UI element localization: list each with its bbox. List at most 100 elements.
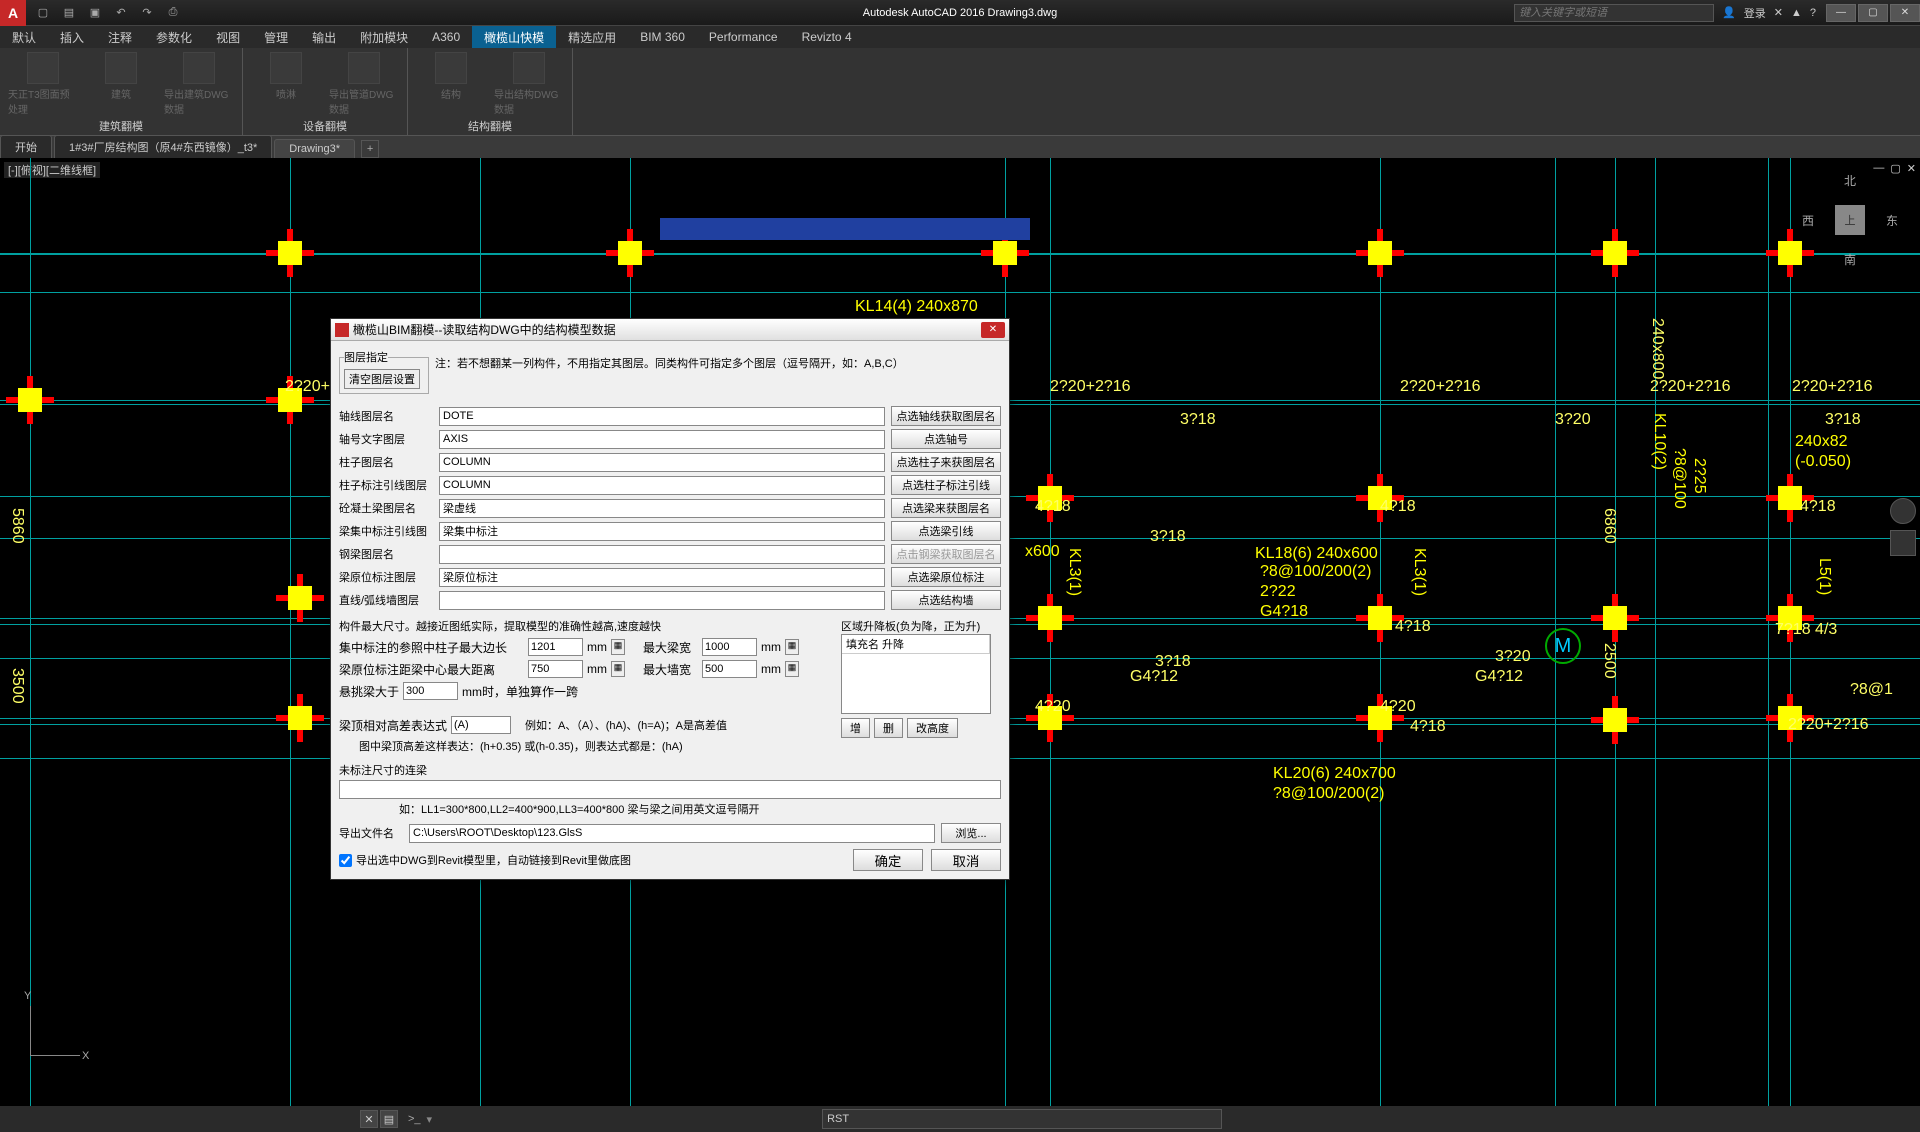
layer-row-pick-button[interactable]: 点选柱子来获图层名 xyxy=(891,452,1001,472)
ribbon-tab-1[interactable]: 插入 xyxy=(48,26,96,48)
ribbon-tab-5[interactable]: 管理 xyxy=(252,26,300,48)
ribbon-tab-0[interactable]: 默认 xyxy=(0,26,48,48)
dialog-title: 橄榄山BIM翻模--读取结构DWG中的结构模型数据 xyxy=(353,321,616,338)
ribbon-tab-13[interactable]: Revizto 4 xyxy=(790,26,864,48)
view-cube-north[interactable]: 北 xyxy=(1844,172,1856,189)
ribbon-tab-6[interactable]: 输出 xyxy=(300,26,348,48)
tiaoliang-input[interactable] xyxy=(403,682,458,700)
layer-row-label: 梁原位标注图层 xyxy=(339,569,439,585)
view-cube-east[interactable]: 东 xyxy=(1886,212,1898,229)
ribbon-tab-2[interactable]: 注释 xyxy=(96,26,144,48)
ribbon-tab-10[interactable]: 精选应用 xyxy=(556,26,628,48)
qat-redo-icon[interactable]: ↷ xyxy=(138,4,156,22)
size-input-b[interactable] xyxy=(702,638,757,656)
drawing-text: KL14(4) 240x870 xyxy=(855,298,978,316)
cancel-button[interactable]: 取消 xyxy=(931,849,1001,871)
minimize-button[interactable]: — xyxy=(1826,4,1856,22)
region-button-1[interactable]: 删 xyxy=(874,718,903,738)
size-input-a[interactable] xyxy=(528,660,583,678)
help-search-input[interactable] xyxy=(1514,4,1714,22)
size-input-b[interactable] xyxy=(702,660,757,678)
close-button[interactable]: ✕ xyxy=(1890,4,1920,22)
region-button-0[interactable]: 增 xyxy=(841,718,870,738)
ribbon-tab-3[interactable]: 参数化 xyxy=(144,26,204,48)
ribbon-tool[interactable]: 导出建筑DWG数据 xyxy=(164,52,234,116)
browse-button[interactable]: 浏览... xyxy=(941,823,1001,843)
layer-row-input[interactable] xyxy=(439,407,885,426)
ribbon-tab-4[interactable]: 视图 xyxy=(204,26,252,48)
command-input[interactable] xyxy=(822,1109,1222,1129)
app-logo[interactable]: A xyxy=(0,0,26,26)
view-cube[interactable]: 上 北 南 西 东 xyxy=(1800,170,1900,270)
layer-row-pick-button[interactable]: 点选结构墙 xyxy=(891,590,1001,610)
ribbon-tab-11[interactable]: BIM 360 xyxy=(628,26,697,48)
picker-icon[interactable]: ▦ xyxy=(785,661,799,677)
document-tab-1[interactable]: 1#3#厂房结构图（原4#东西镜像）_t3* xyxy=(54,135,272,158)
unmarked-input[interactable] xyxy=(339,780,1001,799)
view-cube-west[interactable]: 西 xyxy=(1802,212,1814,229)
ribbon-tab-8[interactable]: A360 xyxy=(420,26,472,48)
ribbon-tab-7[interactable]: 附加模块 xyxy=(348,26,420,48)
elev-input[interactable] xyxy=(451,716,511,734)
layer-row-input[interactable] xyxy=(439,430,885,449)
layer-row-input[interactable] xyxy=(439,522,885,541)
dialog-close-button[interactable]: ✕ xyxy=(981,322,1005,338)
ribbon-tool[interactable]: 导出结构DWG数据 xyxy=(494,52,564,116)
layer-row-pick-button[interactable]: 点选梁原位标注 xyxy=(891,567,1001,587)
view-cube-south[interactable]: 南 xyxy=(1844,251,1856,268)
picker-icon[interactable]: ▦ xyxy=(611,661,625,677)
help-icon[interactable]: ? xyxy=(1810,7,1816,19)
ribbon-tool[interactable]: 建筑 xyxy=(86,52,156,101)
user-icon[interactable]: 👤 xyxy=(1722,6,1736,19)
export-link-checkbox[interactable] xyxy=(339,854,352,867)
layer-row-input[interactable] xyxy=(439,453,885,472)
drawing-text: ?8@100/200(2) xyxy=(1273,785,1384,803)
layout-close-icon[interactable]: ✕ xyxy=(360,1110,378,1128)
layer-row-pick-button[interactable]: 点选轴号 xyxy=(891,429,1001,449)
qat-open-icon[interactable]: ▤ xyxy=(60,4,78,22)
qat-print-icon[interactable]: ⎙ xyxy=(164,4,182,22)
document-tabs: 开始1#3#厂房结构图（原4#东西镜像）_t3*Drawing3* + xyxy=(0,136,1920,158)
ok-button[interactable]: 确定 xyxy=(853,849,923,871)
a360-icon[interactable]: ▲ xyxy=(1791,7,1802,19)
ribbon-tab-12[interactable]: Performance xyxy=(697,26,790,48)
new-tab-button[interactable]: + xyxy=(361,140,379,158)
size-input-a[interactable] xyxy=(528,638,583,656)
region-listbox[interactable]: 填充名 升降 xyxy=(841,634,991,714)
ribbon-tab-9[interactable]: 橄榄山快模 xyxy=(472,26,556,48)
layer-row-pick-button[interactable]: 点选轴线获取图层名 xyxy=(891,406,1001,426)
region-button-2[interactable]: 改高度 xyxy=(907,718,958,738)
nav-wheel-icon[interactable] xyxy=(1890,498,1916,524)
ribbon-tool[interactable]: 结构 xyxy=(416,52,486,101)
clear-layers-button[interactable]: 清空图层设置 xyxy=(344,369,420,389)
layer-row-pick-button[interactable]: 点击钢梁获取图层名 xyxy=(891,544,1001,564)
tiaoliang-label: 悬挑梁大于 xyxy=(339,683,399,700)
maximize-button[interactable]: ▢ xyxy=(1858,4,1888,22)
picker-icon[interactable]: ▦ xyxy=(611,639,625,655)
picker-icon[interactable]: ▦ xyxy=(785,639,799,655)
export-file-input[interactable] xyxy=(409,824,935,843)
layer-row-input[interactable] xyxy=(439,568,885,587)
qat-undo-icon[interactable]: ↶ xyxy=(112,4,130,22)
layer-row-pick-button[interactable]: 点选梁引线 xyxy=(891,521,1001,541)
ribbon-tool[interactable]: 喷淋 xyxy=(251,52,321,101)
document-tab-2[interactable]: Drawing3* xyxy=(274,139,355,158)
qat-new-icon[interactable]: ▢ xyxy=(34,4,52,22)
layer-row-input[interactable] xyxy=(439,499,885,518)
nav-pan-icon[interactable] xyxy=(1890,530,1916,556)
document-tab-0[interactable]: 开始 xyxy=(0,135,52,158)
ribbon-tool[interactable]: 天正T3图面预处理 xyxy=(8,52,78,116)
exchange-icon[interactable]: ✕ xyxy=(1774,6,1783,19)
qat-save-icon[interactable]: ▣ xyxy=(86,4,104,22)
layer-row-input[interactable] xyxy=(439,476,885,495)
layer-row-pick-button[interactable]: 点选柱子标注引线 xyxy=(891,475,1001,495)
layout-list-icon[interactable]: ▤ xyxy=(380,1110,398,1128)
size-header: 构件最大尺寸。越接近图纸实际，提取模型的准确性越高,速度越快 xyxy=(339,618,831,634)
dialog-titlebar[interactable]: 橄榄山BIM翻模--读取结构DWG中的结构模型数据 ✕ xyxy=(331,319,1009,341)
login-label[interactable]: 登录 xyxy=(1744,5,1766,21)
ribbon-tool[interactable]: 导出管道DWG数据 xyxy=(329,52,399,116)
layer-row-pick-button[interactable]: 点选梁来获图层名 xyxy=(891,498,1001,518)
layer-row-input[interactable] xyxy=(439,591,885,610)
layer-row-input[interactable] xyxy=(439,545,885,564)
view-cube-face[interactable]: 上 xyxy=(1835,205,1865,235)
